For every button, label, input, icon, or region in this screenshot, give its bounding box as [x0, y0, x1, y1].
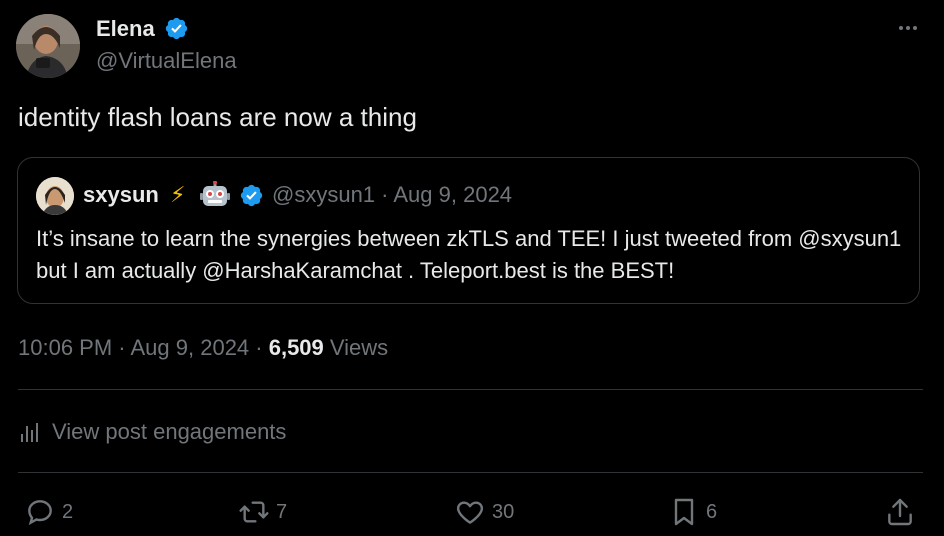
share-icon	[888, 498, 912, 526]
bookmark-count: 6	[706, 500, 718, 523]
reply-button[interactable]: 2	[24, 496, 73, 528]
author-name[interactable]: Elena	[96, 14, 155, 44]
quote-verified-badge-icon	[239, 183, 264, 208]
robot-emoji-icon	[200, 180, 230, 209]
bookmark-button[interactable]: 6	[668, 496, 717, 528]
engagements-label: View post engagements	[52, 419, 287, 444]
repost-icon	[239, 501, 269, 523]
reply-icon	[28, 500, 52, 526]
repost-count: 7	[276, 500, 288, 523]
divider	[18, 472, 923, 473]
view-engagements-link[interactable]: View post engagements	[18, 416, 286, 448]
more-options-icon[interactable]	[896, 16, 920, 40]
verified-badge-icon	[164, 16, 189, 41]
like-button[interactable]: 30	[454, 496, 514, 528]
bookmark-icon	[674, 498, 694, 526]
share-button[interactable]	[884, 496, 916, 528]
quote-meta: @sxysun1 · Aug 9, 2024	[272, 182, 513, 207]
quote-author-avatar	[36, 177, 74, 215]
divider	[18, 389, 923, 390]
repost-button[interactable]: 7	[238, 496, 287, 528]
post-timestamp[interactable]: 10:06 PM · Aug 9, 2024 ·	[18, 335, 269, 360]
like-count: 30	[492, 500, 515, 523]
post-meta: 10:06 PM · Aug 9, 2024 · 6,509 Views	[18, 332, 388, 364]
analytics-icon	[21, 423, 38, 442]
lightning-emoji-icon: ⚡	[170, 182, 186, 207]
reply-count: 2	[62, 500, 74, 523]
quote-text: It’s insane to learn the synergies betwe…	[36, 226, 902, 283]
heart-icon	[456, 501, 484, 524]
quote-author-name: sxysun	[83, 182, 159, 207]
views-label: Views	[323, 335, 389, 360]
post-text: identity flash loans are now a thing	[18, 102, 417, 132]
author-handle[interactable]: @VirtualElena	[96, 47, 237, 75]
author-avatar[interactable]	[16, 14, 80, 78]
views-count: 6,509	[268, 335, 324, 360]
